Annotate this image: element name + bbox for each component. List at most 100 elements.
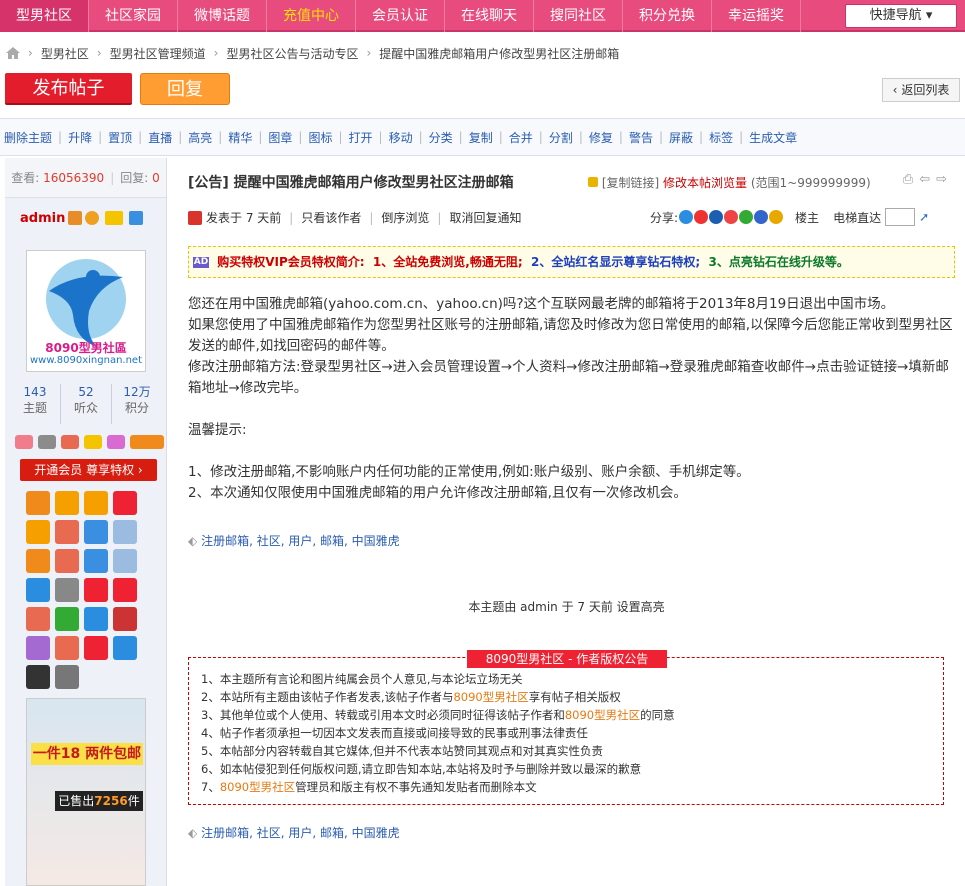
author-name[interactable]: admin [5,198,166,238]
medal-icon[interactable] [55,607,79,631]
share-kaixin-icon[interactable] [724,210,739,224]
medal-icon[interactable] [84,607,108,631]
home-icon[interactable] [6,47,20,59]
elevator-input[interactable] [885,208,916,226]
post-tags: ⬖ 注册邮箱, 社区, 用户, 邮箱, 中国雅虎 [188,532,400,549]
mod-action[interactable]: 图标 [308,129,332,146]
reply-button[interactable]: 回复 [140,73,230,105]
copy-link[interactable]: [复制链接] [602,176,659,190]
mod-action[interactable]: 分类 [429,129,453,146]
mod-action[interactable]: 移动 [389,129,413,146]
medal-icon[interactable] [84,549,108,573]
vip-notice[interactable]: AD 购买特权VIP会员特权简介: 1、全站免费浏览,畅通无阻; 2、全站红名显… [188,246,955,278]
prev-thread-icon[interactable]: ⇦ [919,172,930,187]
brand-link[interactable]: 8090型男社区 [565,708,640,722]
mod-action[interactable]: 高亮 [188,129,212,146]
medal-icon[interactable] [55,578,79,602]
mod-action[interactable]: 直播 [148,129,172,146]
share-tieba-icon[interactable] [769,210,784,224]
username[interactable]: admin [20,211,65,226]
medal-icon[interactable] [26,491,50,515]
crown-icon [129,211,144,225]
copyright-header: 8090型男社区 - 作者版权公告 [467,650,667,668]
breadcrumb-item[interactable]: 型男社区公告与活动专区 [226,45,358,62]
quick-nav-button[interactable]: 快捷导航 ▾ [845,4,957,28]
tags-links[interactable]: 注册邮箱, 社区, 用户, 邮箱, 中国雅虎 [201,534,400,548]
copyright-text: 1、本主题所有言论和图片纯属会员个人意见,与本论坛立场无关 [201,672,523,686]
medal-icon[interactable] [26,636,50,660]
separator: | [258,130,263,144]
modify-views-link[interactable]: 修改本帖浏览量 [663,176,747,190]
medal-icon[interactable] [26,549,50,573]
medal-icon[interactable] [113,607,137,631]
avatar[interactable]: 8090型男社區 www.8090xingnan.net [26,250,146,372]
medal-icon[interactable] [84,491,108,515]
brand-link[interactable]: 8090型男社区 [453,690,528,704]
medal-icon[interactable] [113,549,137,573]
nav-community[interactable]: 社区家园 [89,0,178,32]
nav-gay[interactable]: 搜同社区 [534,0,623,32]
mod-action[interactable]: 升降 [68,129,92,146]
medal-icon[interactable] [26,578,50,602]
medal-icon[interactable] [113,578,137,602]
topics-count[interactable]: 143 主题 [10,384,61,424]
nav-weibo[interactable]: 微博话题 [178,0,267,32]
mod-action[interactable]: 分割 [549,129,573,146]
jump-icon[interactable]: ➚ [919,210,929,224]
mod-action[interactable]: 合并 [509,129,533,146]
medal-icon[interactable] [26,665,50,689]
mod-action[interactable]: 精华 [228,129,252,146]
medal-icon[interactable] [26,520,50,544]
open-vip-button[interactable]: 开通会员 尊享特权 › [20,459,157,481]
medal-icon[interactable] [26,607,50,631]
mod-action[interactable]: 修复 [589,129,613,146]
mod-action[interactable]: 警告 [629,129,653,146]
next-thread-icon[interactable]: ⇨ [936,172,947,187]
breadcrumb-item[interactable]: 型男社区管理频道 [110,45,206,62]
nav-points[interactable]: 积分兑换 [623,0,712,32]
medal-icon[interactable] [113,520,137,544]
medal-icon[interactable] [55,520,79,544]
share-weibo-icon[interactable] [694,210,709,224]
new-post-button[interactable]: 发布帖子 [5,73,132,105]
nav-chat[interactable]: 在线聊天 [445,0,534,32]
medal-icon[interactable] [113,636,137,660]
only-author-link[interactable]: 只看该作者 [301,209,361,226]
share-baidu-icon[interactable] [754,210,769,224]
nav-verify[interactable]: 会员认证 [356,0,445,32]
mod-action[interactable]: 复制 [469,129,493,146]
points-count[interactable]: 12万 积分 [112,384,162,424]
fans-value: 52 [78,385,94,399]
mod-action[interactable]: 图章 [268,129,292,146]
share-qzone-icon[interactable] [679,210,694,224]
mod-action[interactable]: 置顶 [108,129,132,146]
brand-link[interactable]: 8090型男社区 [220,780,295,794]
share-renren-icon[interactable] [709,210,724,224]
medal-icon[interactable] [55,491,79,515]
mod-action[interactable]: 删除主题 [4,129,52,146]
mod-action[interactable]: 屏蔽 [669,129,693,146]
share-douban-icon[interactable] [739,210,754,224]
medal-icon[interactable] [55,665,79,689]
fans-count[interactable]: 52 听众 [61,384,112,424]
medal-icon[interactable] [113,491,137,515]
medal-icon[interactable] [84,578,108,602]
medal-icon[interactable] [55,636,79,660]
points-label: 积分 [124,401,149,415]
tags-links[interactable]: 注册邮箱, 社区, 用户, 邮箱, 中国雅虎 [201,826,400,840]
back-to-list-button[interactable]: ‹ 返回列表 [882,78,960,102]
nav-lottery[interactable]: 幸运摇奖 [712,0,801,32]
mod-action[interactable]: 标签 [709,129,733,146]
mod-action[interactable]: 生成文章 [749,129,797,146]
medal-icon[interactable] [55,549,79,573]
medal-icon[interactable] [84,636,108,660]
medal-icon[interactable] [84,520,108,544]
print-icon[interactable]: ⎙ [903,172,913,187]
mod-action[interactable]: 打开 [349,129,373,146]
breadcrumb-item[interactable]: 型男社区 [41,45,89,62]
nav-recharge[interactable]: 充值中心 [267,0,356,32]
reverse-order-link[interactable]: 倒序浏览 [381,209,429,226]
ad-banner[interactable]: 一件18 两件包邮 已售出7256件 [26,698,146,886]
nav-home[interactable]: 型男社区 [0,0,89,32]
cancel-notify-link[interactable]: 取消回复通知 [449,209,521,226]
